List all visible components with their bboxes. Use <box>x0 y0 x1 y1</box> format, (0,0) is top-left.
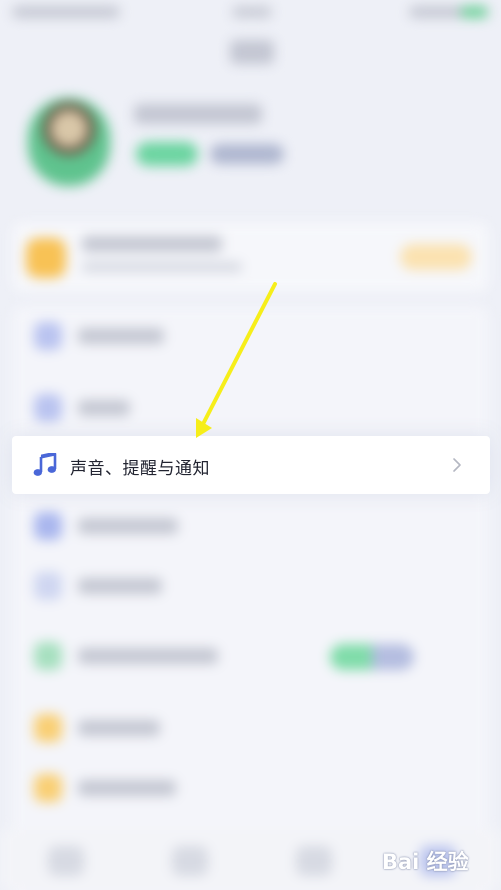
row-label <box>78 518 178 534</box>
status-bar <box>0 0 501 28</box>
row-icon <box>34 774 62 802</box>
promo-subtitle <box>82 262 242 272</box>
row-icon <box>34 512 62 540</box>
account-tag[interactable] <box>210 144 284 164</box>
settings-row[interactable] <box>12 626 489 686</box>
avatar[interactable] <box>28 98 110 186</box>
music-note-icon <box>33 453 57 476</box>
page-title <box>230 40 274 64</box>
promo-title <box>82 236 222 252</box>
settings-item-sound-notifications[interactable]: 声音、提醒与通知 <box>12 436 490 494</box>
row-label <box>78 578 162 594</box>
row-icon <box>34 642 62 670</box>
settings-row[interactable] <box>12 758 489 818</box>
promo-icon <box>26 238 66 278</box>
baidu-jingyan-watermark: Bai 经验 <box>378 838 496 882</box>
toggle-pill[interactable] <box>330 644 414 670</box>
settings-row[interactable] <box>12 556 489 616</box>
chevron-right-icon <box>453 458 461 472</box>
row-icon <box>34 322 62 350</box>
row-icon <box>34 714 62 742</box>
row-label <box>78 648 218 664</box>
nav-discover[interactable] <box>172 846 208 876</box>
carrier-info <box>12 6 120 18</box>
battery-icon <box>461 6 487 18</box>
watermark-text: Bai 经验 <box>382 850 469 874</box>
row-icon <box>34 572 62 600</box>
nav-home[interactable] <box>48 846 84 876</box>
row-label <box>78 400 130 416</box>
promo-button[interactable] <box>400 244 472 270</box>
settings-row[interactable] <box>12 698 489 758</box>
row-label <box>78 780 176 796</box>
membership-badge[interactable] <box>136 142 198 166</box>
profile-name <box>134 104 262 124</box>
profile-section[interactable] <box>0 86 501 206</box>
nav-messages[interactable] <box>296 846 332 876</box>
settings-row[interactable] <box>12 496 489 556</box>
promo-card[interactable] <box>12 222 489 292</box>
row-label <box>78 328 164 344</box>
settings-card <box>12 306 489 890</box>
row-icon <box>34 394 62 422</box>
settings-item-label: 声音、提醒与通知 <box>70 459 210 479</box>
settings-row[interactable] <box>12 306 489 366</box>
settings-row[interactable] <box>12 378 489 438</box>
row-label <box>78 720 160 736</box>
clock <box>232 6 272 18</box>
